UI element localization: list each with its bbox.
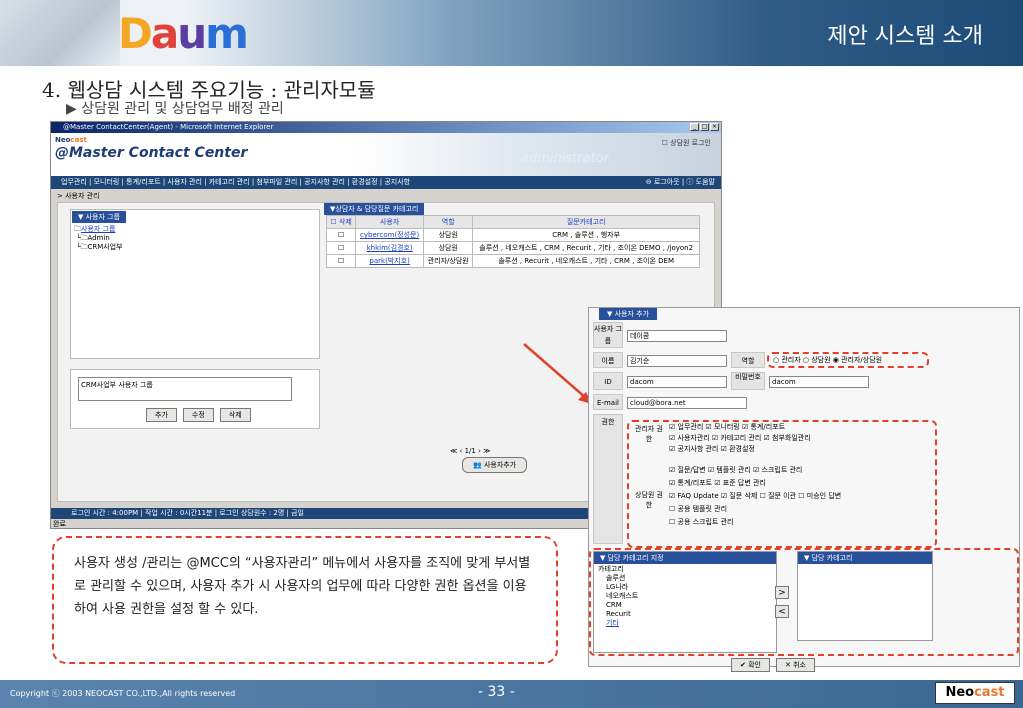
- table-row: ☐ park(박지호) 관리자/상담원 솔루션 , Recurit , 네오캐스트 ,…: [325, 254, 700, 268]
- header-photo: [0, 0, 120, 66]
- agent-perm-row-1[interactable]: ☑ 질문/답변 ☑ 템플릿 관리 ☑ 스크립트 관리: [669, 464, 841, 477]
- category-tab: ▼상담자 & 담당질문 카테고리: [324, 203, 425, 215]
- agent-perm-row-4[interactable]: ☐ 공용 템플릿 관리: [669, 503, 841, 516]
- header-title: 제안 시스템 소개: [827, 24, 983, 49]
- category-item[interactable]: 네오캐스트: [598, 592, 772, 601]
- pager[interactable]: ≪ ‹ 1/1 › ≫: [450, 447, 490, 455]
- description-box: 사용자 생성 /관리는 @MCC의 “사용자관리” 메뉴에서 사용자를 조직에 …: [52, 536, 558, 664]
- page-number: - 33 -: [478, 684, 515, 700]
- browser-status: 완료: [53, 520, 66, 528]
- agent-perm-row-5[interactable]: ☐ 공용 스크립트 관리: [669, 516, 841, 529]
- admin-perm-row-3[interactable]: ☑ 공지사항 관리 ☑ 환경설정: [669, 444, 811, 455]
- help-link[interactable]: 도움말: [696, 178, 715, 186]
- group-name-input[interactable]: CRM사업부 사용자 그룹: [78, 377, 292, 401]
- col-delete[interactable]: ☐ 삭제: [325, 215, 357, 229]
- add-user-button[interactable]: 👥 사용자추가: [462, 457, 528, 473]
- name-field[interactable]: 김기순: [627, 355, 727, 367]
- mcc-top-banner: Neocast @Master Contact Center administr…: [51, 133, 721, 176]
- edit-group-button[interactable]: 수정: [182, 408, 214, 422]
- id-label: ID: [593, 372, 623, 390]
- password-label: 비밀번호: [731, 372, 765, 390]
- category-item[interactable]: Recurit: [598, 610, 772, 619]
- agent-perm-row-2[interactable]: ☑ 통계/리포트 ☑ 표준 답변 관리: [669, 477, 841, 490]
- admin-perm-row-2[interactable]: ☑ 사용자관리 ☑ 카테고리 관리 ☑ 첨부화일관리: [669, 433, 811, 444]
- role-radio-group[interactable]: ○ 관리자 ○ 상담원 ◉ 관리자/상담원: [767, 352, 929, 368]
- mcc-title: @Master Contact Center: [55, 145, 248, 161]
- copyright: Copyright ⓒ 2003 NEOCAST CO.,LTD.,All ri…: [10, 689, 236, 698]
- password-field[interactable]: dacom: [769, 376, 869, 388]
- agent-perm-row-3[interactable]: ☑ FAQ Update ☑ 질문 삭제 ☐ 질문 이관 ☐ 미승인 답변: [669, 490, 841, 503]
- col-user[interactable]: 사용자: [355, 215, 425, 229]
- move-right-icon[interactable]: >: [775, 586, 789, 599]
- assign-category-tab: ▼ 담당 카테고리 지정: [594, 552, 776, 564]
- row-checkbox[interactable]: ☐: [325, 254, 357, 268]
- user-category-table: ☐ 삭제 사용자 역할 질문카테고리 ☐ cybercom(정성문) 상담원 CRM , 솔…: [325, 215, 700, 268]
- group-label: 사용자 그룹: [593, 322, 623, 348]
- browser-title: @Master ContactCenter(Agent) - Microsoft…: [63, 123, 274, 131]
- group-tree: 🗀사용자 그룹 └🗀Admin └🗀CRM사업부: [74, 225, 123, 252]
- dialog-tab: ▼ 사용자 추가: [599, 308, 658, 320]
- close-icon[interactable]: ×: [710, 123, 719, 131]
- browser-titlebar: @Master ContactCenter(Agent) - Microsoft…: [51, 122, 721, 133]
- cancel-button[interactable]: ✕ 취소: [775, 658, 815, 672]
- add-user-dialog: ▼ 사용자 추가 사용자 그룹 데이콤 이름 김기순 역할 ○ 관리자 ○ 상담…: [588, 307, 1020, 672]
- add-group-button[interactable]: 추가: [146, 408, 177, 422]
- assigned-category-tab: ▼ 담당 카테고리: [798, 552, 932, 564]
- admin-perm-row-1[interactable]: ☑ 업무관리 ☑ 모니터링 ☑ 통계/리포트: [669, 422, 811, 433]
- role-label: 역할: [731, 352, 765, 368]
- menu-right[interactable]: ⊖ 로그아웃 | ⓘ 도움말: [646, 176, 715, 189]
- delete-group-button[interactable]: 삭제: [219, 408, 251, 422]
- category-item[interactable]: CRM: [598, 601, 772, 610]
- tree-root[interactable]: 🗀사용자 그룹: [74, 225, 123, 234]
- admin-permission-label: 관리자 권한: [635, 425, 663, 443]
- neocast-logo: Neocast: [935, 682, 1015, 704]
- email-label: E-mail: [593, 394, 623, 410]
- assigned-category-panel: ▼ 담당 카테고리: [797, 551, 933, 641]
- col-category: 질문카테고리: [472, 215, 700, 229]
- main-menu[interactable]: 업무관리 | 모니터링 | 통계/리포트 | 사용자 관리 | 카테고리 관리 …: [51, 176, 721, 189]
- row-checkbox[interactable]: ☐: [325, 228, 357, 242]
- breadcrumb: > 사용자 관리: [57, 192, 100, 200]
- agent-permission-label: 상담원 권한: [635, 491, 663, 509]
- permission-label: 권한: [593, 414, 623, 544]
- row-checkbox[interactable]: ☐: [325, 241, 357, 255]
- assign-category-panel: ▼ 담당 카테고리 지정 카테고리 솔루션 LG나라 네오캐스트 CRM Rec…: [593, 551, 777, 653]
- id-field[interactable]: dacom: [627, 376, 727, 388]
- category-item[interactable]: 기타: [598, 619, 772, 628]
- neocast-brand: Neocast: [55, 136, 87, 144]
- user-link[interactable]: cybercom(정성문): [360, 231, 419, 239]
- maximize-icon[interactable]: □: [700, 123, 709, 131]
- email-field[interactable]: cloud@bora.net: [627, 397, 747, 409]
- tree-item-crm[interactable]: └🗀CRM사업부: [74, 243, 122, 252]
- agent-login-link[interactable]: ☐ 상담원 로그인: [662, 138, 711, 148]
- tree-item-admin[interactable]: └🗀Admin: [74, 234, 123, 243]
- col-role[interactable]: 역할: [423, 215, 474, 229]
- confirm-button[interactable]: ✔ 확인: [731, 658, 770, 672]
- user-group-tab: ▼ 사용자 그룹: [72, 211, 127, 223]
- user-link[interactable]: khkim(김경호): [367, 244, 413, 252]
- name-label: 이름: [593, 352, 623, 368]
- category-item[interactable]: 솔루션: [598, 574, 772, 583]
- logout-link[interactable]: 로그아웃: [654, 178, 680, 186]
- daum-logo: Daum: [118, 9, 249, 58]
- minimize-icon[interactable]: _: [690, 123, 699, 131]
- category-root[interactable]: 카테고리: [598, 565, 772, 574]
- category-item[interactable]: LG나라: [598, 583, 772, 592]
- table-row: ☐ khkim(김경호) 상담원 솔루션 , 네오캐스트 , CRM , Recuri…: [325, 241, 700, 255]
- group-field[interactable]: 데이콤: [627, 330, 727, 342]
- page-subheading: ▶ 상담원 관리 및 상담업무 배정 관리: [66, 101, 284, 117]
- table-row: ☐ cybercom(정성문) 상담원 CRM , 솔루션 , 행자부: [325, 228, 700, 242]
- user-link[interactable]: park(박지호): [369, 257, 409, 265]
- move-left-icon[interactable]: <: [775, 605, 789, 618]
- admin-watermark: administrator: [521, 151, 609, 166]
